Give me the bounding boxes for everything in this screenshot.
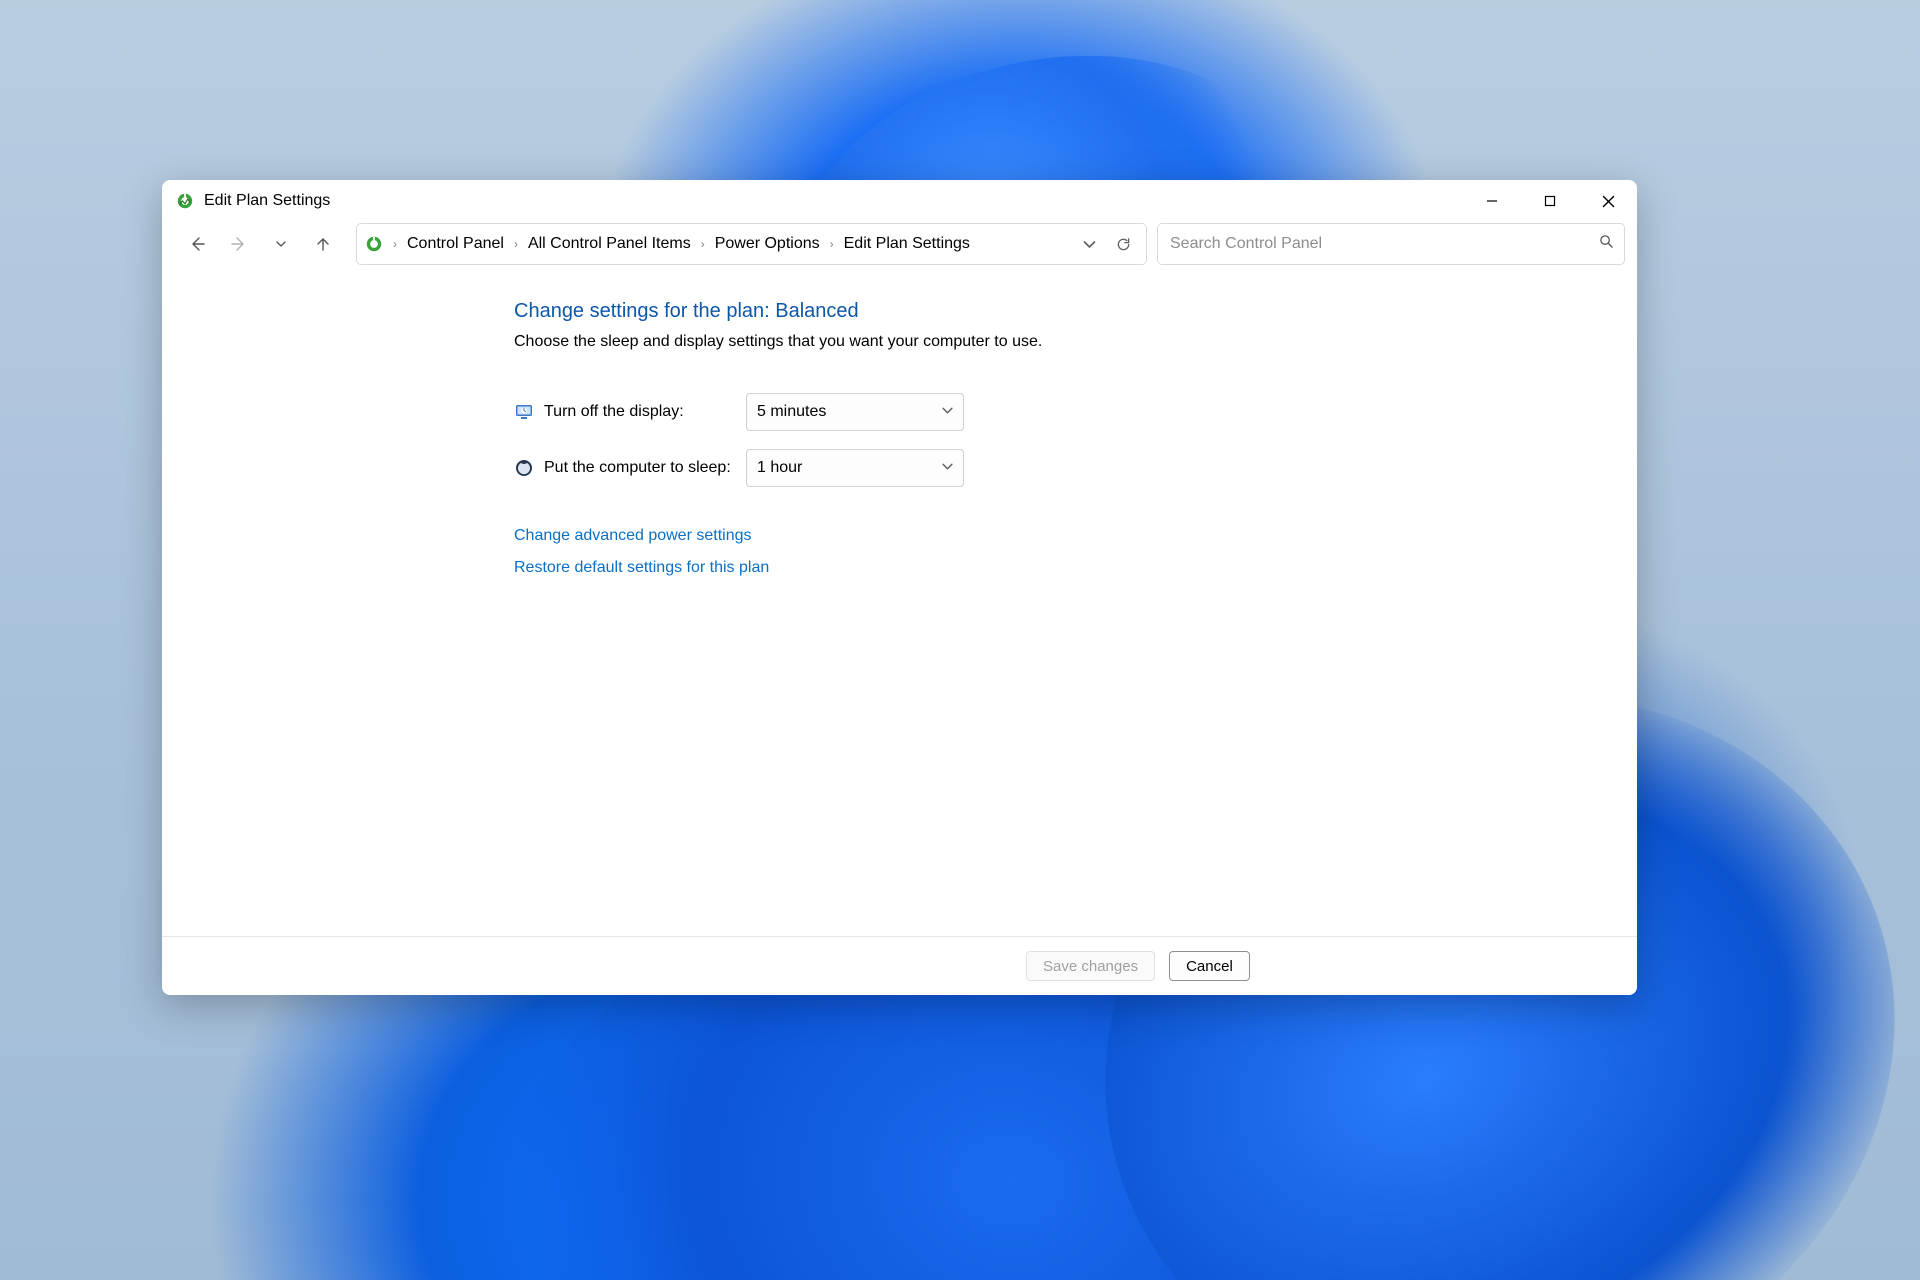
sleep-timeout-value: 1 hour — [757, 459, 802, 477]
desktop-background: Edit Plan Settings — [0, 0, 1920, 1280]
display-label: Turn off the display: — [544, 403, 746, 421]
search-icon[interactable] — [1599, 234, 1614, 254]
chevron-right-icon[interactable]: › — [697, 237, 709, 251]
breadcrumb-item[interactable]: Control Panel — [407, 235, 504, 253]
breadcrumb-item[interactable]: Power Options — [715, 235, 820, 253]
sleep-label: Put the computer to sleep: — [544, 459, 746, 477]
breadcrumb-item[interactable]: Edit Plan Settings — [844, 235, 970, 253]
minimize-button[interactable] — [1463, 180, 1521, 222]
row-put-computer-to-sleep: Put the computer to sleep: 1 hour — [514, 449, 1637, 487]
row-turn-off-display: Turn off the display: 5 minutes — [514, 393, 1637, 431]
window-title: Edit Plan Settings — [204, 192, 330, 210]
up-button[interactable] — [302, 222, 344, 266]
breadcrumb-item[interactable]: All Control Panel Items — [528, 235, 691, 253]
chevron-right-icon[interactable]: › — [510, 237, 522, 251]
power-options-icon — [365, 235, 383, 253]
address-bar[interactable]: › Control Panel › All Control Panel Item… — [356, 223, 1147, 265]
sleep-icon — [514, 458, 534, 478]
chevron-down-icon — [942, 459, 953, 477]
content-area: Change settings for the plan: Balanced C… — [162, 272, 1637, 936]
link-restore-defaults[interactable]: Restore default settings for this plan — [514, 559, 1637, 577]
window-controls — [1463, 180, 1637, 222]
link-advanced-power-settings[interactable]: Change advanced power settings — [514, 527, 1637, 545]
display-timeout-value: 5 minutes — [757, 403, 826, 421]
power-options-icon — [176, 192, 194, 210]
chevron-down-icon — [942, 403, 953, 421]
title-bar: Edit Plan Settings — [162, 180, 1637, 222]
maximize-button[interactable] — [1521, 180, 1579, 222]
page-heading: Change settings for the plan: Balanced — [514, 300, 1637, 323]
close-button[interactable] — [1579, 180, 1637, 222]
sleep-timeout-select[interactable]: 1 hour — [746, 449, 964, 487]
search-input[interactable] — [1168, 234, 1599, 254]
nav-toolbar: › Control Panel › All Control Panel Item… — [162, 222, 1637, 266]
display-icon — [514, 402, 534, 422]
back-button[interactable] — [176, 222, 218, 266]
forward-button[interactable] — [218, 222, 260, 266]
footer-bar: Save changes Cancel — [162, 936, 1637, 995]
refresh-button[interactable] — [1106, 227, 1140, 261]
search-box[interactable] — [1157, 223, 1625, 265]
links-area: Change advanced power settings Restore d… — [514, 527, 1637, 577]
cancel-button[interactable]: Cancel — [1169, 951, 1250, 981]
chevron-right-icon[interactable]: › — [826, 237, 838, 251]
address-dropdown-button[interactable] — [1072, 227, 1106, 261]
edit-plan-settings-window: Edit Plan Settings — [162, 180, 1637, 995]
chevron-right-icon[interactable]: › — [389, 237, 401, 251]
save-changes-button[interactable]: Save changes — [1026, 951, 1155, 981]
display-timeout-select[interactable]: 5 minutes — [746, 393, 964, 431]
page-subtitle: Choose the sleep and display settings th… — [514, 333, 1637, 351]
recent-locations-button[interactable] — [260, 222, 302, 266]
